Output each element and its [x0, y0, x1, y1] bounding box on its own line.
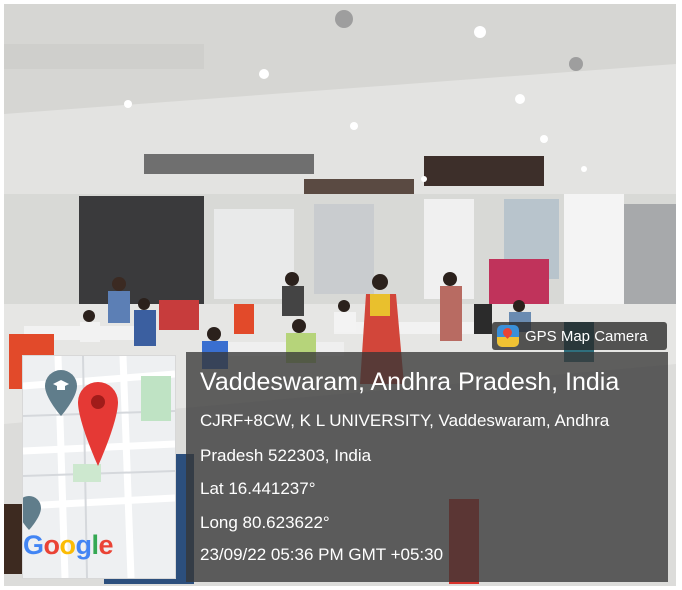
google-letter: G — [23, 530, 44, 560]
location-title: Vaddeswaram, Andhra Pradesh, India — [200, 368, 620, 396]
google-letter: o — [59, 530, 77, 560]
google-letter: e — [98, 530, 114, 560]
address-line-1: CJRF+8CW, K L UNIVERSITY, Vaddeswaram, A… — [200, 411, 610, 430]
map-thumbnail: Google — [22, 355, 176, 579]
google-letter: l — [91, 530, 100, 560]
longitude-readout: Long 80.623622° — [200, 513, 330, 532]
app-name-label: GPS Map Camera — [525, 327, 648, 345]
gps-map-camera-logo-icon — [497, 325, 519, 347]
google-letter: o — [43, 530, 61, 560]
google-letter: g — [75, 530, 93, 560]
latitude-readout: Lat 16.441237° — [200, 479, 316, 498]
gps-map-camera-badge: GPS Map Camera — [492, 322, 667, 350]
google-logo: Google — [23, 530, 114, 561]
datetime-stamp: 23/09/22 05:36 PM GMT +05:30 — [200, 545, 444, 564]
address-line-2: Pradesh 522303, India — [200, 446, 372, 465]
